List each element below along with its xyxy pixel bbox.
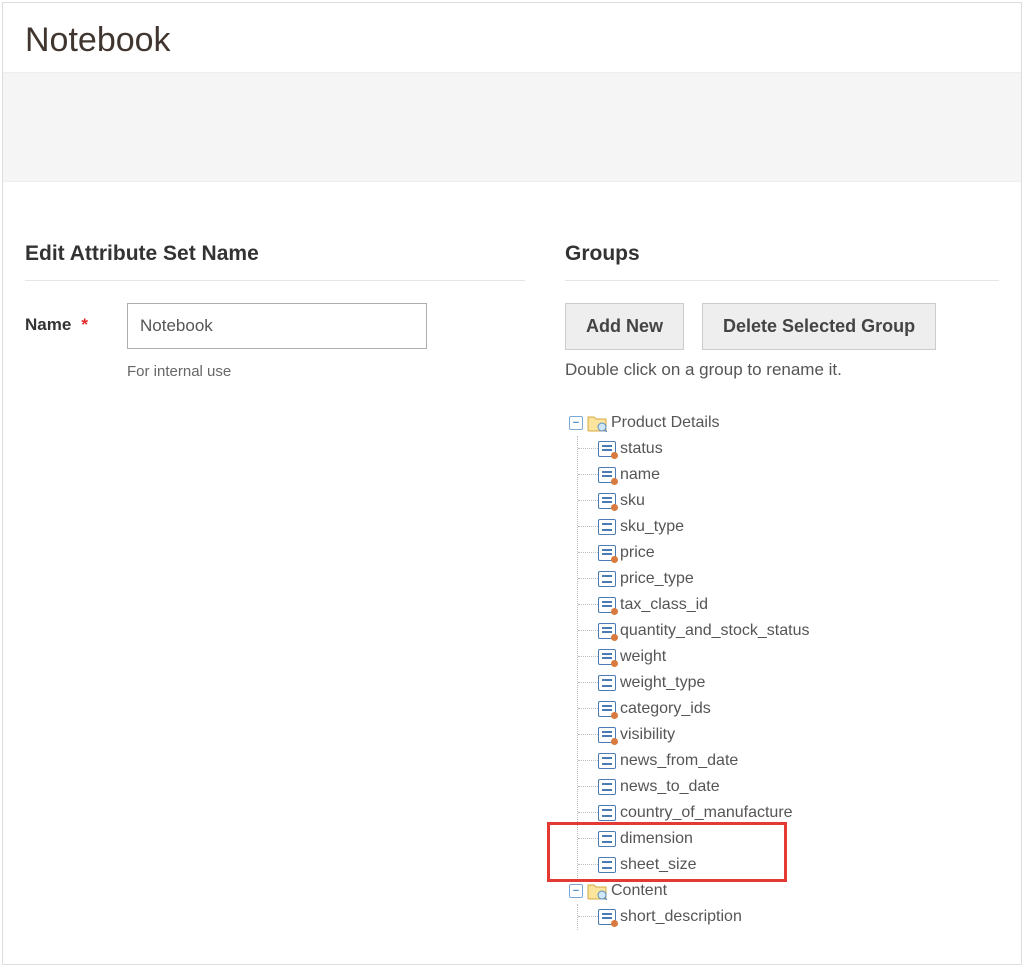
attribute-icon (598, 493, 616, 509)
toolbar-band (3, 72, 1021, 182)
attribute-node[interactable]: price (578, 540, 999, 566)
attribute-label[interactable]: status (620, 440, 663, 458)
attribute-node[interactable]: visibility (578, 722, 999, 748)
columns: Edit Attribute Set Name Name * For inter… (3, 182, 1021, 950)
groups-title: Groups (565, 242, 999, 281)
attribute-icon (598, 623, 616, 639)
delete-group-button[interactable]: Delete Selected Group (702, 303, 936, 350)
group-node[interactable]: − Content (565, 878, 999, 904)
page-container: Notebook Edit Attribute Set Name Name * … (2, 2, 1022, 965)
groups-section: Groups Add New Delete Selected Group Dou… (565, 242, 999, 930)
attribute-icon (598, 441, 616, 457)
group-node[interactable]: − Product Details (565, 410, 999, 436)
attribute-icon (598, 779, 616, 795)
group-children: short_description (577, 904, 999, 930)
groups-hint: Double click on a group to rename it. (565, 360, 999, 380)
attribute-icon (598, 857, 616, 873)
expand-toggle-icon[interactable]: − (569, 884, 583, 898)
attribute-label[interactable]: sheet_size (620, 856, 697, 874)
attribute-node[interactable]: category_ids (578, 696, 999, 722)
groups-tree: − Product Details status name sku sku_typepri… (565, 410, 999, 930)
attribute-icon (598, 519, 616, 535)
attribute-label[interactable]: visibility (620, 726, 675, 744)
edit-name-title: Edit Attribute Set Name (25, 242, 525, 281)
attribute-node[interactable]: sku (578, 488, 999, 514)
attribute-node[interactable]: name (578, 462, 999, 488)
folder-icon (587, 882, 607, 900)
attribute-node[interactable]: status (578, 436, 999, 462)
attribute-label[interactable]: weight (620, 648, 666, 666)
attribute-label[interactable]: news_to_date (620, 778, 720, 796)
attribute-node[interactable]: weight_type (578, 670, 999, 696)
attribute-icon (598, 467, 616, 483)
groups-buttons: Add New Delete Selected Group (565, 303, 999, 350)
attribute-icon (598, 909, 616, 925)
attribute-label[interactable]: price_type (620, 570, 694, 588)
tree-group: − Content short_description (565, 878, 999, 930)
attribute-node[interactable]: news_to_date (578, 774, 999, 800)
attribute-icon (598, 727, 616, 743)
group-children: status name sku sku_typeprice price_type tax_… (577, 436, 999, 878)
attribute-label[interactable]: quantity_and_stock_status (620, 622, 809, 640)
attribute-node[interactable]: country_of_manufacture (578, 800, 999, 826)
group-label[interactable]: Product Details (611, 414, 720, 432)
attribute-label[interactable]: short_description (620, 908, 742, 926)
attribute-label[interactable]: category_ids (620, 700, 711, 718)
name-note: For internal use (127, 363, 427, 380)
group-label[interactable]: Content (611, 882, 667, 900)
attribute-label[interactable]: news_from_date (620, 752, 738, 770)
attribute-icon (598, 571, 616, 587)
attribute-node[interactable]: news_from_date (578, 748, 999, 774)
name-field-row: Name * For internal use (25, 303, 525, 380)
attribute-icon (598, 675, 616, 691)
edit-name-section: Edit Attribute Set Name Name * For inter… (25, 242, 525, 930)
name-label: Name * (25, 303, 115, 335)
attribute-icon (598, 545, 616, 561)
attribute-node[interactable]: tax_class_id (578, 592, 999, 618)
name-input[interactable] (127, 303, 427, 349)
name-label-text: Name (25, 315, 71, 335)
attribute-node[interactable]: short_description (578, 904, 999, 930)
attribute-icon (598, 597, 616, 613)
attribute-node[interactable]: price_type (578, 566, 999, 592)
add-new-button[interactable]: Add New (565, 303, 684, 350)
attribute-icon (598, 701, 616, 717)
folder-icon (587, 414, 607, 432)
attribute-node[interactable]: weight (578, 644, 999, 670)
attribute-icon (598, 753, 616, 769)
attribute-label[interactable]: name (620, 466, 660, 484)
attribute-label[interactable]: weight_type (620, 674, 705, 692)
attribute-label[interactable]: dimension (620, 830, 693, 848)
page-title: Notebook (3, 3, 1021, 72)
attribute-label[interactable]: sku_type (620, 518, 684, 536)
attribute-icon (598, 831, 616, 847)
attribute-label[interactable]: country_of_manufacture (620, 804, 793, 822)
attribute-label[interactable]: sku (620, 492, 645, 510)
attribute-icon (598, 649, 616, 665)
attribute-node[interactable]: quantity_and_stock_status (578, 618, 999, 644)
expand-toggle-icon[interactable]: − (569, 416, 583, 430)
name-input-wrap: For internal use (127, 303, 427, 380)
tree-group: − Product Details status name sku sku_typepri… (565, 410, 999, 878)
attribute-node[interactable]: sku_type (578, 514, 999, 540)
attribute-label[interactable]: tax_class_id (620, 596, 708, 614)
attribute-icon (598, 805, 616, 821)
attribute-node[interactable]: sheet_size (578, 852, 999, 878)
required-asterisk: * (81, 315, 88, 335)
attribute-node[interactable]: dimension (578, 826, 999, 852)
attribute-label[interactable]: price (620, 544, 655, 562)
